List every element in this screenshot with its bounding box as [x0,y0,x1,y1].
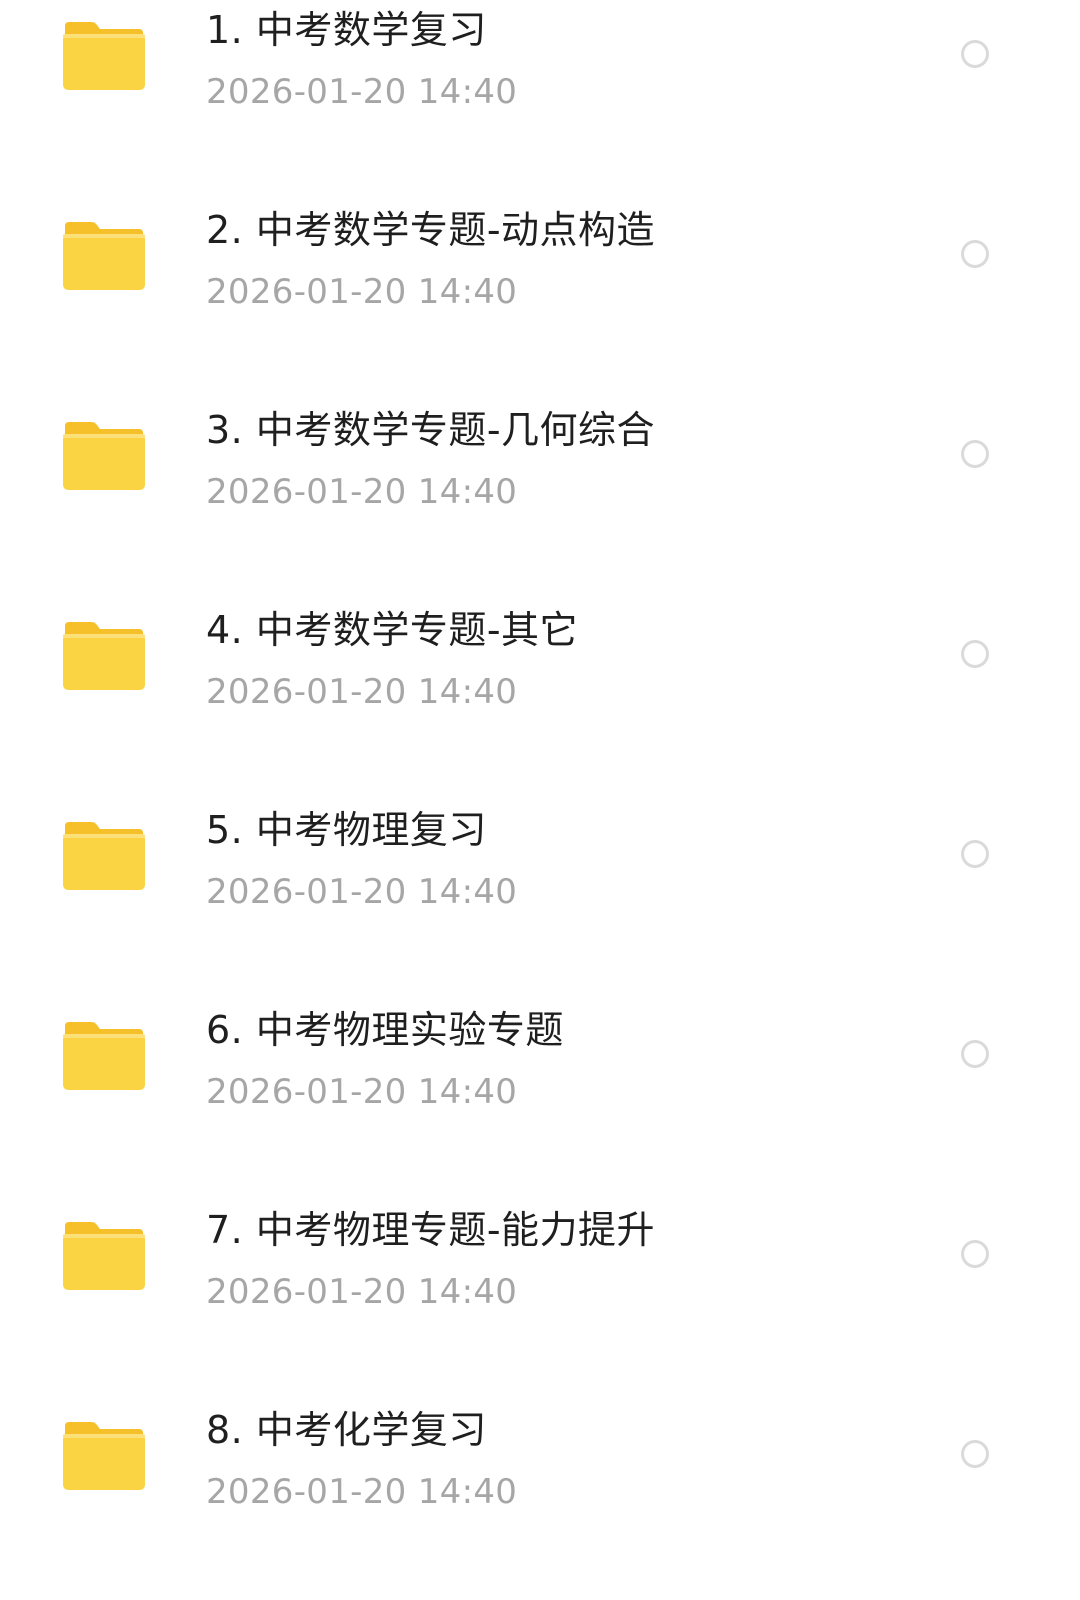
folder-row[interactable]: 4. 中考数学专题-其它 2026-01-20 14:40 [0,600,1080,800]
folder-icon [61,1220,145,1292]
folder-list: 1. 中考数学复习 2026-01-20 14:40 2. 中考数学专题-动点构… [0,0,1080,1600]
folder-name: 5. 中考物理复习 [206,808,487,852]
folder-icon [61,620,145,692]
select-radio-button[interactable] [961,840,989,868]
select-radio-button[interactable] [961,1240,989,1268]
select-radio-button[interactable] [961,40,989,68]
folder-date: 2026-01-20 14:40 [206,872,518,912]
folder-date: 2026-01-20 14:40 [206,1272,518,1312]
folder-icon [61,820,145,892]
folder-name: 4. 中考数学专题-其它 [206,608,579,652]
folder-row[interactable]: 7. 中考物理专题-能力提升 2026-01-20 14:40 [0,1200,1080,1400]
folder-row[interactable]: 2. 中考数学专题-动点构造 2026-01-20 14:40 [0,200,1080,400]
folder-icon [61,420,145,492]
folder-name: 8. 中考化学复习 [206,1408,487,1452]
select-radio-button[interactable] [961,240,989,268]
folder-name: 7. 中考物理专题-能力提升 [206,1208,656,1252]
folder-name: 3. 中考数学专题-几何综合 [206,408,656,452]
folder-name: 1. 中考数学复习 [206,8,487,52]
folder-name: 2. 中考数学专题-动点构造 [206,208,656,252]
folder-row[interactable]: 1. 中考数学复习 2026-01-20 14:40 [0,0,1080,200]
folder-icon [61,1420,145,1492]
select-radio-button[interactable] [961,1440,989,1468]
select-radio-button[interactable] [961,640,989,668]
folder-name: 6. 中考物理实验专题 [206,1008,564,1052]
select-radio-button[interactable] [961,1040,989,1068]
folder-date: 2026-01-20 14:40 [206,672,518,712]
folder-row[interactable]: 5. 中考物理复习 2026-01-20 14:40 [0,800,1080,1000]
folder-date: 2026-01-20 14:40 [206,1472,518,1512]
folder-date: 2026-01-20 14:40 [206,1072,518,1112]
folder-date: 2026-01-20 14:40 [206,472,518,512]
folder-date: 2026-01-20 14:40 [206,272,518,312]
select-radio-button[interactable] [961,440,989,468]
folder-icon [61,220,145,292]
folder-icon [61,1020,145,1092]
folder-row[interactable]: 8. 中考化学复习 2026-01-20 14:40 [0,1400,1080,1600]
folder-row[interactable]: 3. 中考数学专题-几何综合 2026-01-20 14:40 [0,400,1080,600]
folder-date: 2026-01-20 14:40 [206,72,518,112]
folder-icon [61,20,145,92]
folder-row[interactable]: 6. 中考物理实验专题 2026-01-20 14:40 [0,1000,1080,1200]
